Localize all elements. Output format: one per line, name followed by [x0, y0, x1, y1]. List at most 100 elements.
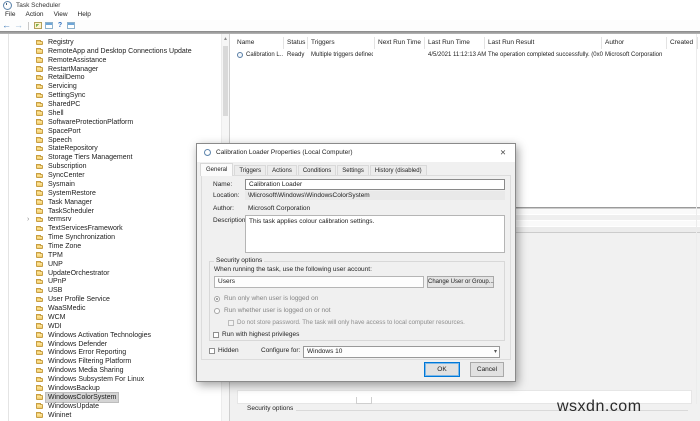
column-header-last-run-time[interactable]: Last Run Time — [428, 39, 470, 46]
column-header-last-run-result[interactable]: Last Run Result — [488, 39, 534, 46]
tree-item[interactable]: RestartManager — [0, 65, 218, 74]
tree-item[interactable]: WDI — [0, 322, 218, 331]
name-input[interactable]: Calibration Loader — [245, 179, 505, 190]
column-header-author[interactable]: Author — [605, 39, 624, 46]
tree-item[interactable]: RetailDemo — [0, 73, 218, 82]
column-separator — [307, 37, 308, 49]
tree-item-label: RemoteAssistance — [48, 56, 107, 64]
column-separator — [666, 37, 667, 49]
column-header-next-run-time[interactable]: Next Run Time — [378, 39, 421, 46]
show-console-tree-icon[interactable] — [34, 22, 42, 29]
tree-item[interactable]: Time Zone — [0, 242, 218, 251]
location-label: Location: — [213, 192, 240, 199]
tree-item-label: Windows Defender — [48, 340, 108, 348]
radio-run-whether-logged-on[interactable] — [214, 308, 220, 314]
toolbar: ← →? — [0, 20, 700, 31]
tree-item[interactable]: Windows Media Sharing — [0, 366, 218, 375]
tree-item-label: UNP — [48, 260, 63, 268]
checkbox-run-highest-privileges[interactable] — [213, 332, 219, 338]
tree-item[interactable]: Storage Tiers Management — [0, 153, 218, 162]
back-icon[interactable]: ← — [2, 21, 11, 30]
column-header-created[interactable]: Created — [670, 39, 693, 46]
tree-item[interactable]: UNP — [0, 260, 218, 269]
column-header-name[interactable]: Name — [237, 39, 254, 46]
tree-item[interactable]: SystemRestore — [0, 189, 218, 198]
tree-item[interactable]: UPnP — [0, 277, 218, 286]
task-row[interactable]: Calibration L... Ready Multiple triggers d… — [230, 50, 700, 61]
ok-button[interactable]: OK — [424, 362, 460, 377]
cancel-button[interactable]: Cancel — [470, 362, 504, 377]
close-icon[interactable]: ✕ — [493, 145, 513, 160]
folder-icon — [36, 172, 43, 179]
tree-item[interactable]: SyncCenter — [0, 171, 218, 180]
menu-item-view[interactable]: View — [49, 10, 73, 20]
tree-item[interactable]: RemoteApp and Desktop Connections Update — [0, 47, 218, 56]
tree-item[interactable]: WCM — [0, 313, 218, 322]
tree-item[interactable]: SpacePort — [0, 127, 218, 136]
tree-item-label: SystemRestore — [48, 189, 96, 197]
forward-icon[interactable]: → — [14, 21, 23, 30]
menu-item-action[interactable]: Action — [20, 10, 48, 20]
tree-item[interactable]: WindowsBackup — [0, 384, 218, 393]
dialog-titlebar[interactable]: Calibration Loader Properties (Local Com… — [197, 144, 515, 162]
folder-icon — [36, 110, 43, 116]
tree-item[interactable]: Speech — [0, 136, 218, 145]
chevron-right-icon[interactable]: › — [27, 215, 29, 224]
tree-item[interactable]: Windows Subsystem For Linux — [0, 375, 218, 384]
change-user-or-group-button[interactable]: Change User or Group... — [427, 276, 494, 288]
cell-last-run-time: 4/5/2021 11:12:13 AM — [428, 52, 486, 58]
tree-item[interactable]: SettingSync — [0, 91, 218, 100]
tree-item[interactable]: Windows Activation Technologies — [0, 331, 218, 340]
tree-item[interactable]: RemoteAssistance — [0, 56, 218, 65]
tree-scrollbar-thumb[interactable] — [222, 46, 228, 116]
tree-item[interactable]: Windows Defender — [0, 340, 218, 349]
show-action-pane-icon[interactable] — [67, 22, 75, 29]
tree-item[interactable]: WaaSMedic — [0, 304, 218, 313]
folder-icon — [36, 403, 43, 409]
description-label: Description: — [213, 217, 248, 224]
tree-item-label: WDI — [48, 322, 62, 330]
tree-item[interactable]: Registry — [0, 38, 218, 47]
folder-icon — [36, 279, 43, 285]
tree-item[interactable]: WindowsColorSystem — [0, 391, 218, 403]
tree-item[interactable]: TextServicesFramework — [0, 224, 218, 233]
scroll-up-icon[interactable]: ▲ — [222, 36, 229, 43]
folder-icon — [36, 208, 43, 214]
tree-item[interactable]: Sysmain — [0, 180, 218, 189]
tree-item[interactable]: TPM — [0, 251, 218, 260]
description-input[interactable]: This task applies colour calibration set… — [245, 215, 505, 253]
configure-for-select[interactable]: Windows 10 ▾ — [303, 346, 500, 358]
folder-icon — [36, 83, 43, 90]
help-icon[interactable]: ? — [56, 22, 64, 30]
column-header-triggers[interactable]: Triggers — [311, 39, 335, 46]
tree-item[interactable]: StateRepository — [0, 144, 218, 153]
tree-item[interactable]: Wininet — [0, 411, 218, 420]
tree-item[interactable]: SoftwareProtectionPlatform — [0, 118, 218, 127]
folder-icon — [36, 270, 43, 276]
checkbox-hidden[interactable] — [209, 348, 215, 354]
tree-item[interactable]: Time Synchronization — [0, 233, 218, 242]
tree-item[interactable]: Shell — [0, 109, 218, 118]
tab-general[interactable]: General — [200, 163, 234, 176]
folder-icon — [36, 243, 43, 249]
tree-item[interactable]: SharedPC — [0, 100, 218, 109]
user-account-field[interactable]: Users — [214, 276, 424, 288]
tree-item[interactable]: User Profile Service — [0, 295, 218, 304]
column-header-status[interactable]: Status — [287, 39, 305, 46]
tree-item[interactable]: Servicing — [0, 82, 218, 91]
folder-icon — [36, 199, 43, 205]
tree-item[interactable]: Windows Filtering Platform — [0, 357, 218, 366]
folder-icon — [36, 225, 43, 232]
tree-item[interactable]: Windows Error Reporting — [0, 348, 218, 357]
tree-item[interactable]: › termsrv — [0, 215, 218, 224]
tree-item[interactable]: USB — [0, 286, 218, 295]
tree-item[interactable]: Task Manager — [0, 198, 218, 207]
menu-item-help[interactable]: Help — [73, 10, 96, 20]
menu-item-file[interactable]: File — [0, 10, 20, 20]
tree-item[interactable]: TaskScheduler — [0, 207, 218, 216]
tree-item[interactable]: WindowsUpdate — [0, 402, 218, 411]
tree-item-label: SettingSync — [48, 92, 86, 100]
tree-item[interactable]: UpdateOrchestrator — [0, 269, 218, 278]
tree-item[interactable]: Subscription — [0, 162, 218, 171]
new-window-icon[interactable] — [45, 22, 53, 29]
